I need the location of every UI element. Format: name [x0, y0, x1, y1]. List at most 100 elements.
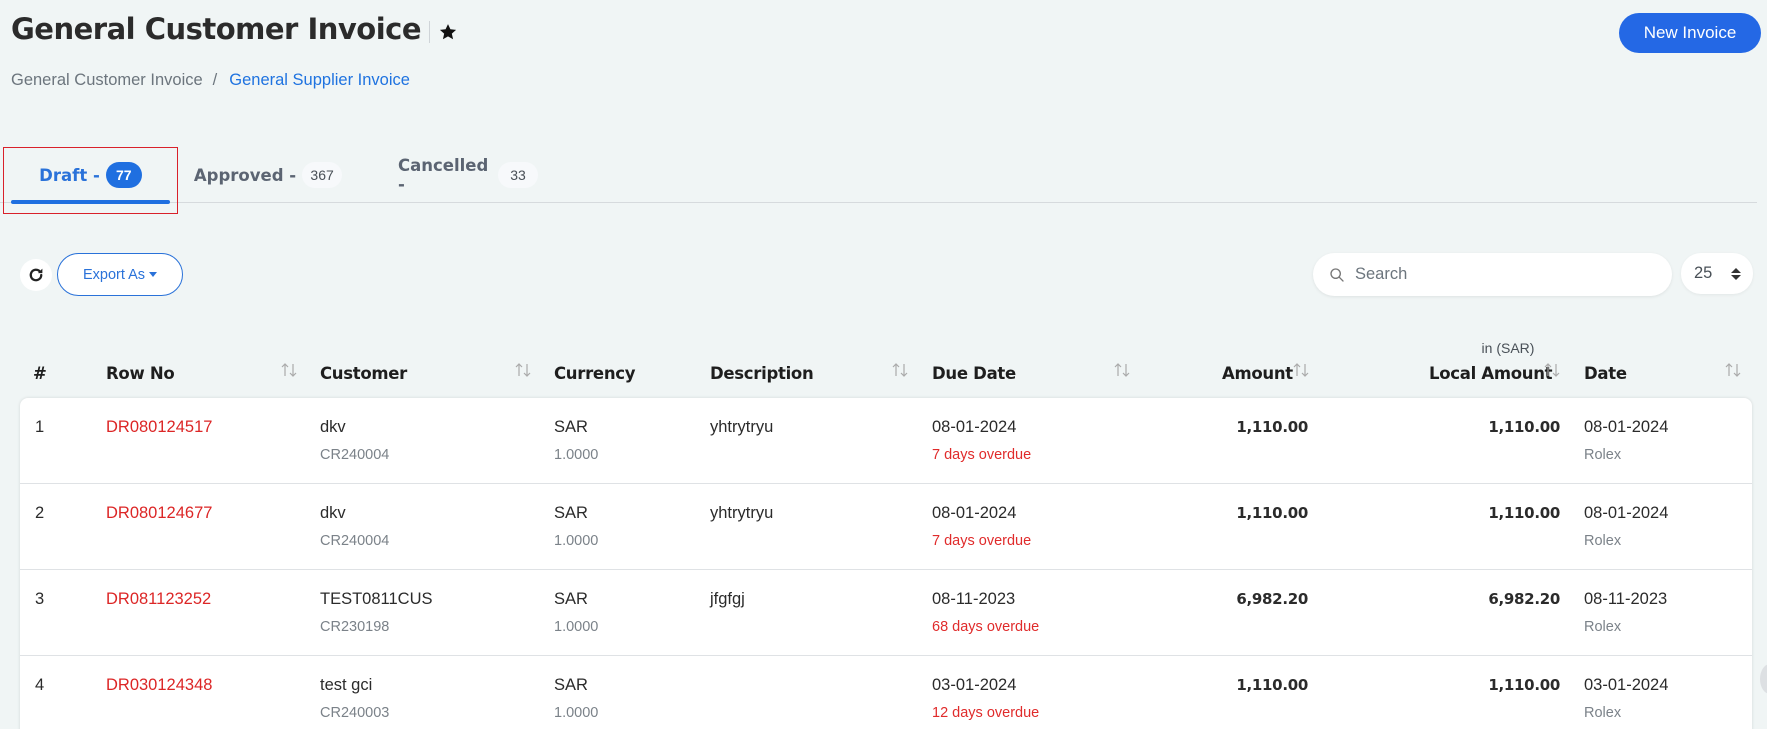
page-title: General Customer Invoice	[11, 12, 422, 46]
breadcrumb-link-supplier-invoice[interactable]: General Supplier Invoice	[229, 71, 410, 90]
tab-label: Approved -	[193, 165, 297, 185]
date-cell: 03-01-2024 Rolex	[1584, 676, 1668, 721]
row-no-link[interactable]: DR030124348	[106, 676, 212, 695]
col-header-due-date[interactable]: Due Date	[932, 364, 1016, 383]
customer-code: CR240004	[320, 533, 390, 549]
local-amount: 1,110.00	[1488, 504, 1560, 522]
currency-cell: SAR 1.0000	[554, 676, 598, 721]
customer-cell: dkv CR240004	[320, 504, 389, 549]
col-header-amount[interactable]: Amount	[1222, 364, 1293, 383]
currency-code: SAR	[554, 590, 588, 608]
date: 03-01-2024	[1584, 676, 1669, 694]
sort-icon[interactable]	[1113, 362, 1131, 378]
created-by: Rolex	[1584, 447, 1622, 463]
date: 08-01-2024	[1584, 418, 1669, 436]
select-updown-icon	[1731, 267, 1741, 280]
due-date-cell: 08-01-2024 7 days overdue	[932, 504, 1031, 549]
refresh-button[interactable]	[20, 259, 52, 291]
amount: 1,110.00	[1236, 418, 1308, 436]
exchange-rate: 1.0000	[554, 447, 599, 463]
table-row[interactable]: 2 DR080124677 dkv CR240004 SAR 1.0000 yhtr…	[20, 484, 1752, 570]
due-date: 08-01-2024	[932, 504, 1017, 522]
tab-count-badge: 77	[105, 162, 142, 188]
created-by: Rolex	[1584, 705, 1622, 721]
overdue-status: 7 days overdue	[932, 533, 1032, 549]
local-amount: 1,110.00	[1488, 676, 1560, 694]
customer-cell: test gci CR240003	[320, 676, 389, 721]
table-row[interactable]: 1 DR080124517 dkv CR240004 SAR 1.0000 yhtr…	[20, 398, 1752, 484]
status-tabs: Draft - 77 Approved - 367 Cancelled - 33	[0, 148, 1757, 204]
customer-code: CR240003	[320, 705, 390, 721]
sort-icon[interactable]	[1543, 362, 1561, 378]
row-no-link[interactable]: DR080124677	[106, 504, 212, 523]
star-icon[interactable]	[438, 22, 458, 42]
col-header-date[interactable]: Date	[1584, 364, 1627, 383]
date-cell: 08-01-2024 Rolex	[1584, 418, 1668, 463]
sort-icon[interactable]	[1292, 362, 1310, 378]
export-as-dropdown[interactable]: Export As	[57, 253, 183, 296]
caret-down-icon	[149, 272, 158, 277]
customer-name: TEST0811CUS	[320, 590, 433, 608]
description: yhtrytryu	[710, 504, 774, 522]
date-cell: 08-01-2024 Rolex	[1584, 504, 1668, 549]
date-cell: 08-11-2023 Rolex	[1584, 590, 1667, 635]
page-size-value: 25	[1694, 264, 1713, 282]
created-by: Rolex	[1584, 533, 1622, 549]
due-date: 08-11-2023	[932, 590, 1016, 608]
col-header-row-no[interactable]: Row No	[106, 364, 175, 383]
breadcrumb: General Customer Invoice / General Suppl…	[11, 71, 410, 90]
tab-cancelled[interactable]: Cancelled - 33	[398, 148, 538, 202]
due-date: 08-01-2024	[932, 418, 1017, 436]
local-amount: 1,110.00	[1488, 418, 1560, 436]
description: yhtrytryu	[710, 418, 774, 436]
tab-count-badge: 33	[498, 162, 538, 188]
date: 08-11-2023	[1584, 590, 1668, 608]
col-header-customer[interactable]: Customer	[320, 364, 407, 383]
customer-name: dkv	[320, 418, 346, 436]
new-invoice-button[interactable]: New Invoice	[1619, 13, 1761, 53]
customer-code: CR240004	[320, 447, 390, 463]
customer-code: CR230198	[320, 619, 390, 635]
currency-code: SAR	[554, 418, 588, 436]
currency-cell: SAR 1.0000	[554, 590, 598, 635]
table-header: # Row No Customer Currency Description D…	[0, 336, 1767, 398]
exchange-rate: 1.0000	[554, 619, 599, 635]
exchange-rate: 1.0000	[554, 705, 599, 721]
sort-icon[interactable]	[1724, 362, 1742, 378]
date: 08-01-2024	[1584, 504, 1669, 522]
sort-icon[interactable]	[891, 362, 909, 378]
created-by: Rolex	[1584, 619, 1622, 635]
tab-draft[interactable]: Draft - 77	[11, 148, 170, 204]
col-header-currency: Currency	[554, 364, 636, 383]
due-date-cell: 08-11-2023 68 days overdue	[932, 590, 1039, 635]
sort-icon[interactable]	[514, 362, 532, 378]
row-no-link[interactable]: DR081123252	[106, 590, 211, 609]
sort-icon[interactable]	[280, 362, 298, 378]
col-header-description[interactable]: Description	[710, 364, 814, 383]
customer-name: dkv	[320, 504, 346, 522]
overdue-status: 68 days overdue	[932, 619, 1040, 635]
currency-cell: SAR 1.0000	[554, 418, 598, 463]
breadcrumb-separator: /	[212, 71, 218, 89]
table-row[interactable]: 3 DR081123252 TEST0811CUS CR230198 SAR 1.0…	[20, 570, 1752, 656]
search-box[interactable]	[1313, 253, 1672, 296]
tab-label: Draft -	[39, 165, 100, 185]
amount: 6,982.20	[1236, 590, 1308, 608]
due-date-cell: 03-01-2024 12 days overdue	[932, 676, 1039, 721]
row-index: 2	[35, 504, 45, 522]
tab-count-badge: 367	[302, 162, 343, 188]
row-no-link[interactable]: DR080124517	[106, 418, 212, 437]
export-label: Export As	[82, 266, 146, 283]
col-header-local-amount[interactable]: Local Amount	[1429, 364, 1553, 383]
local-amount-currency-note: in (SAR)	[1481, 340, 1535, 356]
row-index: 3	[35, 590, 45, 608]
table-row[interactable]: 4 DR030124348 test gci CR240003 SAR 1.0000…	[20, 656, 1752, 729]
row-index: 1	[35, 418, 45, 436]
page-title-bar: General Customer Invoice	[11, 12, 458, 46]
scrollbar-handle[interactable]	[1760, 664, 1767, 694]
page-size-select[interactable]: 25	[1681, 253, 1753, 294]
due-date: 03-01-2024	[932, 676, 1017, 694]
search-input[interactable]	[1355, 265, 1655, 284]
tab-approved[interactable]: Approved - 367	[193, 148, 343, 202]
currency-code: SAR	[554, 504, 588, 522]
